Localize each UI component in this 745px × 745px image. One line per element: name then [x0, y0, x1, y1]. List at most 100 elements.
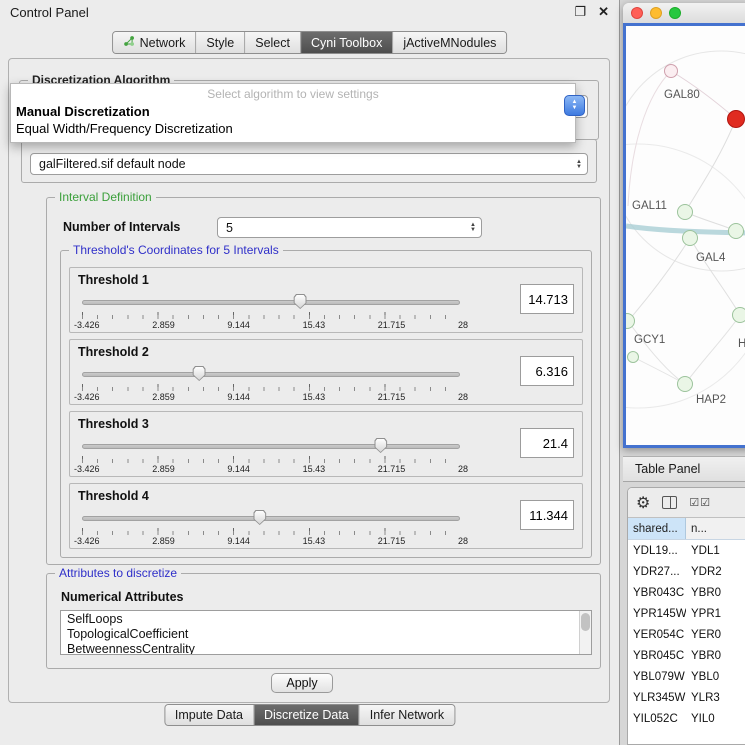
list-item[interactable]: BetweennessCentrality	[61, 642, 591, 655]
threshold-value-field[interactable]: 14.713	[520, 284, 574, 314]
control-panel-titlebar[interactable]: Control Panel ❐ ✕	[0, 0, 619, 24]
threshold-label: Threshold 4	[78, 489, 149, 503]
threshold-value-field[interactable]: 6.316	[520, 356, 574, 386]
select-columns-icon[interactable]: ☑☑	[689, 496, 711, 509]
table-cell[interactable]: YBL079W	[628, 671, 686, 683]
tab-discretize-data[interactable]: Discretize Data	[253, 705, 359, 725]
threshold-slider[interactable]	[82, 438, 460, 454]
table-cell[interactable]: YER054C	[628, 629, 686, 641]
table-cell[interactable]: YBR045C	[628, 650, 686, 662]
combobox-stepper-icon[interactable]: ▲▼	[564, 95, 585, 116]
table-row[interactable]: YBL079W YBL0	[628, 666, 745, 687]
network-node[interactable]	[677, 376, 693, 392]
table-panel-header[interactable]: Table Panel	[623, 456, 745, 482]
table-cell[interactable]: YIL052C	[628, 713, 686, 725]
tab-label: Cyni Toolbox	[311, 36, 382, 50]
threshold-row: Threshold 4 -3.426 2.859 9.144 15.43	[69, 483, 583, 549]
minimize-traffic-light-icon[interactable]	[650, 7, 662, 19]
network-canvas[interactable]: GAL80GAL11GAL4GCY1HAP2H	[626, 26, 745, 445]
combobox-stepper-icon[interactable]: ▲▼	[571, 160, 587, 169]
table-cell[interactable]: YBR0	[686, 650, 745, 662]
table-cell[interactable]: YIL0	[686, 713, 745, 725]
slider-ticks	[82, 456, 460, 463]
list-item[interactable]: TopologicalCoefficient	[61, 627, 591, 642]
network-node[interactable]	[677, 204, 693, 220]
tab-select[interactable]: Select	[244, 32, 300, 53]
slider-track[interactable]	[82, 516, 460, 521]
table-cell[interactable]: YDL19...	[628, 545, 686, 557]
table-cell[interactable]: YLR3	[686, 692, 745, 704]
table-cell[interactable]: YBR043C	[628, 587, 686, 599]
threshold-slider-thumb[interactable]	[193, 366, 206, 381]
table-cell[interactable]: YPR145W	[628, 608, 686, 620]
scale-tick-label: 2.859	[152, 392, 175, 402]
float-window-icon[interactable]: ❐	[574, 4, 586, 20]
tab-infer-network[interactable]: Infer Network	[359, 705, 454, 725]
threshold-slider[interactable]	[82, 366, 460, 382]
network-node[interactable]	[682, 230, 698, 246]
table-data-group: Table Data galFiltered.sif default node …	[21, 139, 597, 183]
threshold-slider[interactable]	[82, 510, 460, 526]
table-cell[interactable]: YLR345W	[628, 692, 686, 704]
threshold-row: Threshold 2 -3.426 2.859 9.144 15.43	[69, 339, 583, 405]
table-cell[interactable]: YPR1	[686, 608, 745, 620]
scale-tick-label: 9.144	[227, 392, 250, 402]
tab-network[interactable]: Network	[113, 32, 196, 53]
tab-impute-data[interactable]: Impute Data	[165, 705, 253, 725]
scrollbar-thumb[interactable]	[581, 613, 590, 631]
table-cell[interactable]: YBL0	[686, 671, 745, 683]
slider-track[interactable]	[82, 444, 460, 449]
network-window-titlebar[interactable]	[623, 3, 745, 23]
network-node[interactable]	[727, 110, 745, 128]
tab-style[interactable]: Style	[195, 32, 244, 53]
table-row[interactable]: YDR27... YDR2	[628, 561, 745, 582]
threshold-label: Threshold 3	[78, 417, 149, 431]
threshold-slider-thumb[interactable]	[294, 294, 307, 309]
scale-tick-label: 9.144	[227, 464, 250, 474]
list-scrollbar[interactable]	[579, 611, 591, 654]
network-node[interactable]	[728, 223, 744, 239]
table-row[interactable]: YBR043C YBR0	[628, 582, 745, 603]
table-row[interactable]: YER054C YER0	[628, 624, 745, 645]
dropdown-option-manual[interactable]: Manual Discretization	[11, 103, 575, 120]
dropdown-option-equal-width[interactable]: Equal Width/Frequency Discretization	[11, 120, 575, 137]
numerical-attributes-list[interactable]: SelfLoopsTopologicalCoefficientBetweenne…	[60, 610, 592, 655]
table-row[interactable]: YLR345W YLR3	[628, 687, 745, 708]
numerical-attributes-label: Numerical Attributes	[61, 590, 183, 604]
threshold-slider[interactable]	[82, 294, 460, 310]
combobox-stepper-icon[interactable]: ▲▼	[465, 223, 481, 232]
scale-tick-label: -3.426	[74, 392, 100, 402]
network-node[interactable]	[627, 351, 639, 363]
close-traffic-light-icon[interactable]	[631, 7, 643, 19]
table-cell[interactable]: YDL1	[686, 545, 745, 557]
tab-cyni-toolbox[interactable]: Cyni Toolbox	[300, 32, 392, 53]
table-cell[interactable]: YDR27...	[628, 566, 686, 578]
gear-icon[interactable]: ⚙	[636, 493, 650, 513]
threshold-slider-thumb[interactable]	[374, 438, 387, 453]
number-of-intervals-combobox[interactable]: 5 ▲▼	[217, 217, 482, 238]
threshold-value-field[interactable]: 21.4	[520, 428, 574, 458]
threshold-value-field[interactable]: 11.344	[520, 500, 574, 530]
table-row[interactable]: YPR145W YPR1	[628, 603, 745, 624]
table-row[interactable]: YDL19... YDL1	[628, 540, 745, 561]
table-cell[interactable]: YER0	[686, 629, 745, 641]
list-item[interactable]: SelfLoops	[61, 612, 591, 627]
slider-track[interactable]	[82, 372, 460, 377]
slider-track[interactable]	[82, 300, 460, 305]
columns-icon[interactable]	[662, 496, 677, 509]
network-node[interactable]	[664, 64, 678, 78]
zoom-traffic-light-icon[interactable]	[669, 7, 681, 19]
table-data-combobox[interactable]: galFiltered.sif default node ▲▼	[30, 153, 588, 175]
close-window-icon[interactable]: ✕	[598, 4, 609, 20]
column-header-name[interactable]: n...	[686, 518, 745, 539]
apply-button[interactable]: Apply	[271, 673, 333, 693]
table-cell[interactable]: YDR2	[686, 566, 745, 578]
network-node[interactable]	[732, 307, 745, 323]
table-cell[interactable]: YBR0	[686, 587, 745, 599]
column-header-shared-name[interactable]: shared...	[628, 518, 686, 539]
scale-tick-label: 21.715	[378, 320, 406, 330]
threshold-slider-thumb[interactable]	[253, 510, 266, 525]
tab-jactivemnodules[interactable]: jActiveMNodules	[392, 32, 506, 53]
table-row[interactable]: YIL052C YIL0	[628, 708, 745, 729]
table-row[interactable]: YBR045C YBR0	[628, 645, 745, 666]
